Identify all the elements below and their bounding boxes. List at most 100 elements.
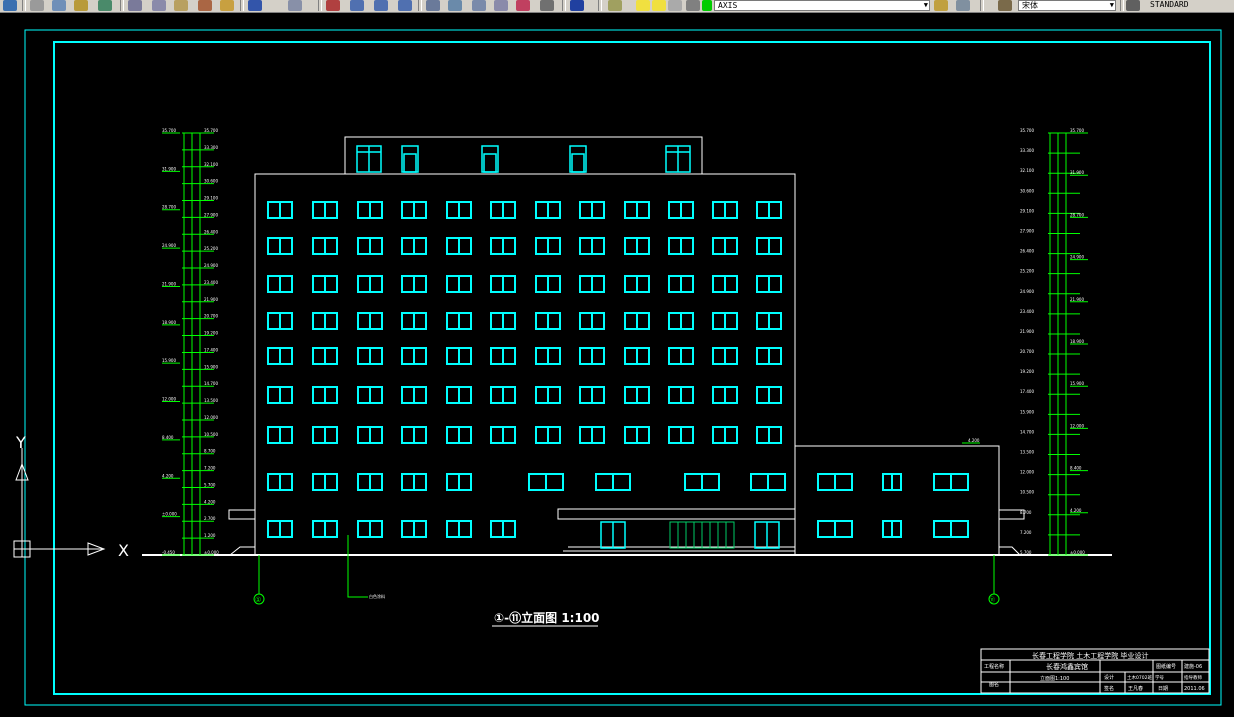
calculator-icon[interactable] (540, 0, 554, 11)
help-icon[interactable] (570, 0, 584, 11)
level-value: 8.400 (1070, 466, 1082, 471)
dimension-value: 13.500 (1020, 450, 1034, 455)
level-value: 28.700 (1070, 212, 1084, 217)
zoom-window-icon[interactable] (374, 0, 388, 11)
window (490, 312, 516, 330)
dimension-value: 35.700 (1020, 128, 1034, 133)
window (490, 520, 516, 538)
text-style-icon[interactable] (998, 0, 1012, 11)
brush-icon[interactable] (220, 0, 234, 11)
zoom-realtime-icon[interactable] (350, 0, 364, 11)
window (446, 275, 472, 293)
window (817, 520, 853, 538)
undo-icon[interactable] (248, 0, 262, 11)
window (756, 386, 782, 404)
toolbar-separator (22, 0, 26, 11)
dimension-value: 12.000 (1020, 470, 1034, 475)
toolbar-separator (318, 0, 322, 11)
dimension-value: 5.700 (204, 482, 216, 487)
font-combo[interactable]: 宋体 ▼ (1018, 0, 1116, 11)
paste-icon[interactable] (174, 0, 188, 11)
window (712, 275, 738, 293)
match-properties-icon[interactable] (198, 0, 212, 11)
dimension-style-value[interactable]: STANDARD (1150, 0, 1189, 10)
window (267, 201, 293, 219)
layer-freeze-icon[interactable] (652, 0, 666, 11)
layer-manager-icon[interactable] (608, 0, 622, 11)
level-value: 21.900 (1070, 297, 1084, 302)
preview-icon[interactable] (52, 0, 66, 11)
ucs-icon (13, 448, 106, 558)
roof-window (665, 145, 691, 173)
window (401, 386, 427, 404)
drawing-canvas[interactable]: Y X ① ⑪ 白色涂料 4.200 ①-⑪立面图 1:100 35.700 33… (0, 12, 1234, 717)
tb-date-label: 日期 (1158, 686, 1168, 692)
pan-icon[interactable] (326, 0, 340, 11)
level-value: 4.200 (162, 473, 174, 478)
print-icon[interactable] (30, 0, 44, 11)
window (579, 237, 605, 255)
plot-icon[interactable] (98, 0, 112, 11)
layer-color-icon[interactable] (702, 0, 712, 11)
dimension-value: 30.600 (204, 179, 218, 184)
tb-student-no-label: 学号 (1155, 674, 1164, 681)
window (267, 473, 293, 491)
dimension-value: 7.200 (1020, 530, 1032, 535)
layer-on-icon[interactable] (636, 0, 650, 11)
ucs-y-label: Y (15, 433, 26, 452)
tb-sheet-no-label: 图纸编号 (1156, 663, 1176, 670)
window (490, 426, 516, 444)
level-value: 35.700 (1070, 128, 1084, 133)
roof-window (356, 145, 382, 173)
layer-previous-icon[interactable] (956, 0, 970, 11)
window (668, 237, 694, 255)
layer-combo-value: AXIS (718, 1, 738, 10)
dimension-value: 13.500 (204, 398, 218, 403)
level-value: ±0.000 (1070, 550, 1085, 555)
window (312, 237, 338, 255)
dimension-value: 5.700 (1020, 550, 1032, 555)
axis-mark-right: ⑪ (989, 596, 995, 604)
layer-combo[interactable]: AXIS ▼ (714, 0, 930, 11)
design-center-icon[interactable] (448, 0, 462, 11)
make-layer-current-icon[interactable] (934, 0, 948, 11)
layer-lock-icon[interactable] (668, 0, 682, 11)
window (357, 201, 383, 219)
copy-icon[interactable] (152, 0, 166, 11)
window (357, 347, 383, 365)
dimension-value: 8.700 (1020, 510, 1032, 515)
window (712, 347, 738, 365)
window (933, 520, 969, 538)
dimension-style-icon[interactable] (1126, 0, 1140, 11)
cut-icon[interactable] (128, 0, 142, 11)
window (401, 347, 427, 365)
markup-icon[interactable] (516, 0, 530, 11)
window (267, 386, 293, 404)
layer-plot-icon[interactable] (686, 0, 700, 11)
save-icon[interactable] (3, 0, 17, 11)
window (535, 312, 561, 330)
inner-frame (53, 41, 1211, 695)
tb-sign: 王凡春 (1128, 685, 1143, 692)
properties-icon[interactable] (426, 0, 440, 11)
entrance-door (754, 521, 780, 549)
chevron-down-icon[interactable]: ▼ (924, 1, 928, 10)
sheet-set-icon[interactable] (494, 0, 508, 11)
window (401, 520, 427, 538)
toolbar-separator (562, 0, 566, 11)
tool-palettes-icon[interactable] (472, 0, 486, 11)
window (624, 237, 650, 255)
zoom-previous-icon[interactable] (398, 0, 412, 11)
window (267, 237, 293, 255)
publish-icon[interactable] (74, 0, 88, 11)
toolbar-separator (418, 0, 422, 11)
chevron-down-icon[interactable]: ▼ (1110, 1, 1114, 10)
toolbar-separator (240, 0, 244, 11)
window (357, 275, 383, 293)
redo-icon[interactable] (288, 0, 302, 11)
level-value: 28.700 (162, 205, 176, 210)
dimension-value: 29.100 (1020, 208, 1034, 213)
dimension-value: 20.700 (204, 314, 218, 319)
window (535, 347, 561, 365)
window (756, 312, 782, 330)
